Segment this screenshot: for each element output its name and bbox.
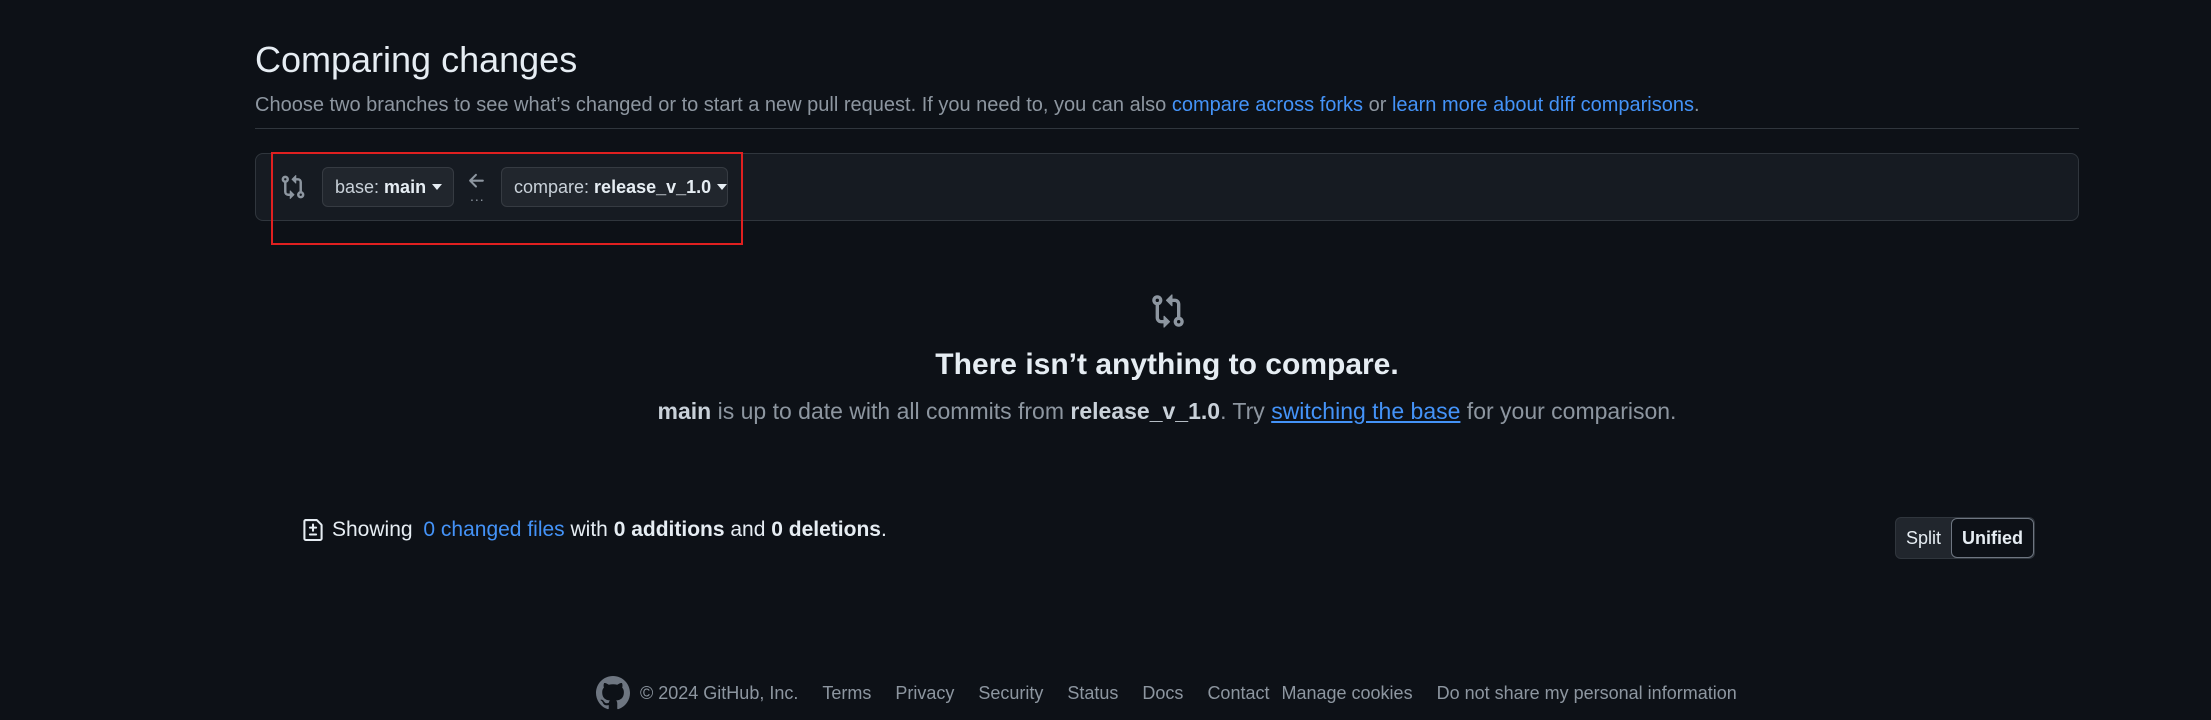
subtitle-or: or [1363,94,1392,116]
page-header: Comparing changes Choose two branches to… [255,34,2079,120]
footer-link-docs[interactable]: Docs [1142,683,1183,704]
subtitle-end: . [1693,94,1700,116]
switch-base-link[interactable]: switching the base [1271,398,1460,424]
footer-link-terms[interactable]: Terms [822,683,871,704]
github-logo-icon[interactable] [596,676,630,710]
footer-link-status[interactable]: Status [1067,683,1118,704]
diff-view-toggle: Split Unified [1895,517,2036,559]
blankslate-text: for your comparison. [1460,398,1677,424]
learn-diff-comparisons-link[interactable]: learn more about diff comparisons [1392,94,1694,116]
unified-view-button[interactable]: Unified [1951,518,2035,558]
blankslate-description: main is up to date with all commits from… [0,398,2211,425]
footer-link-contact[interactable]: Contact [1207,683,1269,704]
blankslate-title: There isn’t anything to compare. [935,348,1399,381]
compare-branch-ref: release_v_1.0 [1070,398,1221,424]
footer-link-do-not-share[interactable]: Do not share my personal information [1437,683,1737,704]
file-diff-icon [303,519,323,541]
showing-text: Showing [332,518,419,541]
page-subtitle: Choose two branches to see what’s change… [255,90,2079,120]
additions-count: 0 additions [613,518,725,541]
base-branch-ref: main [657,398,712,424]
footer-link-manage-cookies[interactable]: Manage cookies [1281,683,1412,704]
footer-link-security[interactable]: Security [978,683,1043,704]
compare-page: Comparing changes Choose two branches to… [0,0,2211,720]
end-text: . [880,518,887,541]
split-view-button[interactable]: Split [1896,518,1951,558]
subtitle-text: Choose two branches to see what’s change… [255,94,1172,116]
changed-files-link[interactable]: 0 changed files [423,518,564,542]
footer-copyright: © 2024 GitHub, Inc. [640,682,799,703]
page-title: Comparing changes [255,39,578,80]
deletions-count: 0 deletions [771,518,881,541]
annotation-highlight-box [271,152,743,245]
blankslate-text: is up to date with all commits from [711,398,1071,424]
compare-across-forks-link[interactable]: compare across forks [1172,94,1363,116]
with-text: with [564,518,614,541]
diff-summary: Showing 0 changed files with 0 additions… [302,518,887,542]
header-divider [255,128,2079,129]
footer-link-privacy[interactable]: Privacy [895,683,954,704]
blankslate-text: . Try [1220,398,1272,424]
page-footer: © 2024 GitHub, Inc. Terms Privacy Securi… [596,676,1761,710]
and-text: and [724,518,772,541]
git-compare-icon [1152,294,1184,328]
